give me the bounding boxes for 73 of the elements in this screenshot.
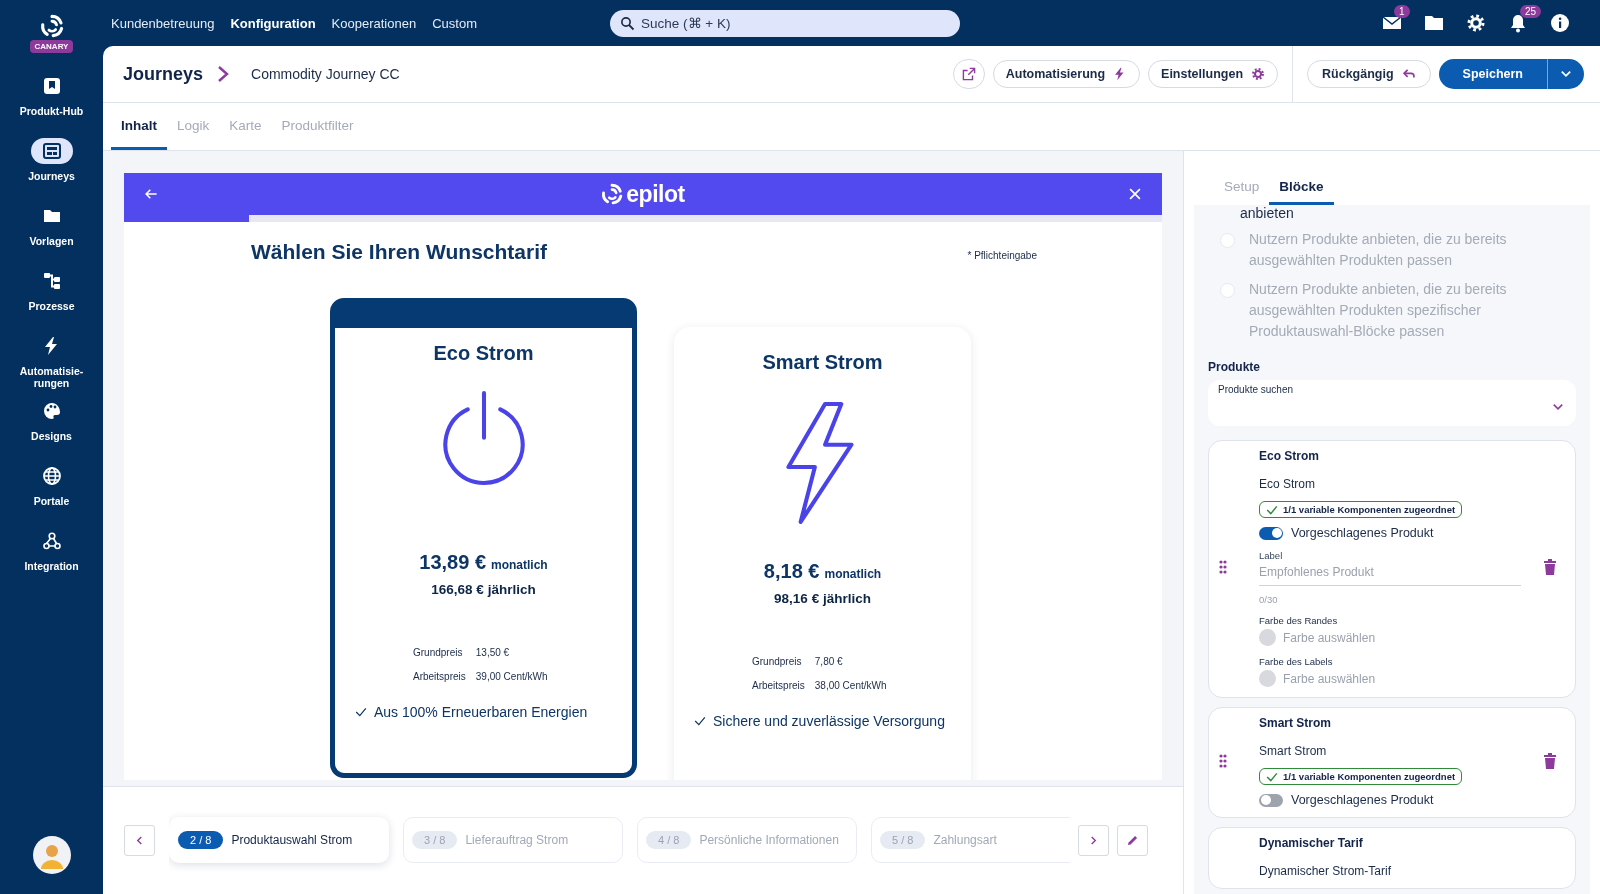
character-counter: 0/30 (1259, 594, 1278, 605)
sidebar-item[interactable]: Journeys (3, 138, 100, 203)
detail-label: Grundpreis (752, 656, 803, 667)
feature-text: Aus 100% Erneuerbaren Energien (374, 704, 588, 720)
option-text: anbieten (1240, 205, 1295, 221)
feature-text: Sichere und zuverlässige Versorgung (713, 713, 945, 729)
toggle-label: Vorgeschlagenes Produkt (1291, 793, 1434, 807)
step-number: 2 / 8 (178, 830, 224, 849)
monthly-price: 13,89 € (419, 551, 487, 574)
step-number: 5 / 8 (880, 830, 926, 849)
product-name: Smart Strom (1259, 744, 1327, 758)
journey-title: Commodity Journey CC (251, 66, 400, 82)
option-text: Nutzern Produkte anbieten, die zu bereits ausgewählten Produkten spezifischer Produktauswahl-Blöcke passen (1249, 280, 1508, 341)
search-field[interactable]: Suche (⌘ + K) (610, 9, 960, 37)
detail-label: Grundpreis (413, 647, 464, 658)
product-card[interactable]: Smart Strom 8,18 € monatlich 98,16 € jährlich Grundpreis 7,80 € Arbeitspreis 38,00 Cent/kWh Sichere und zuverlässige Versorgung (674, 327, 971, 780)
toolbar-button[interactable]: Einstellungen (1148, 60, 1278, 88)
detail-value: 7,80 € (814, 656, 844, 667)
field-label: Farbe des Labels (1259, 656, 1333, 667)
yearly-price: 166,68 € jährlich (431, 582, 536, 597)
product-title: Dynamischer Tarif (1259, 836, 1363, 850)
section-label: Produkte (1208, 360, 1261, 374)
price-unit: monatlich (491, 558, 548, 572)
workspace-badge: CANARY (29, 40, 74, 53)
sidebar-item[interactable]: Portale (3, 463, 100, 528)
product-name: Eco Strom (1259, 477, 1315, 491)
status-badge: 1/1 variable Komponenten zugeordnet (1259, 768, 1463, 785)
sidebar-item[interactable]: Automatisie- rungen (3, 333, 100, 398)
step-tab[interactable]: 2 / 8 Produktauswahl Strom (169, 816, 389, 863)
option-text: Nutzern Produkte anbieten, die zu bereits ausgewählten Produkten passen (1249, 230, 1508, 270)
status-badge: 1/1 variable Komponenten zugeordnet (1259, 501, 1463, 518)
product-name: Dynamischer Strom-Tarif (1259, 864, 1392, 878)
step-number: 4 / 8 (646, 830, 692, 849)
sidebar-item[interactable]: Produkt-Hub (3, 73, 100, 138)
breadcrumb-link[interactable]: Journeys (123, 63, 204, 85)
top-nav-link[interactable]: Kundenbetreuung (111, 15, 215, 31)
count-badge: 25 (1520, 5, 1542, 18)
detail-value: 38,00 Cent/kWh (814, 680, 887, 691)
top-nav-link[interactable]: Custom (432, 15, 477, 31)
product-name: Eco Strom (433, 342, 534, 365)
required-note: * Pflichteingabe (967, 250, 1037, 261)
count-badge: 1 (1394, 5, 1410, 18)
detail-label: Arbeitspreis (752, 680, 805, 691)
undo-button[interactable]: Rückgängig (1307, 60, 1431, 88)
step-label: Produktauswahl Strom (231, 832, 353, 847)
toolbar-button[interactable]: Automatisierung (992, 60, 1141, 88)
step-label: Persönliche Informationen (699, 832, 839, 847)
detail-value: 13,50 € (475, 647, 511, 658)
top-nav-link[interactable]: Kooperationen (331, 15, 417, 31)
step-label: Zahlungsart (933, 832, 997, 847)
monthly-price: 8,18 € (763, 560, 820, 583)
sidebar-item[interactable]: Designs (3, 398, 100, 463)
step-label: Lieferauftrag Strom (465, 832, 569, 847)
product-title: Smart Strom (1259, 716, 1332, 730)
toggle-label: Vorgeschlagenes Produkt (1291, 526, 1434, 540)
step-title: Wählen Sie Ihren Wunschtarif (251, 240, 548, 264)
product-search-select[interactable]: Produkte suchen (1208, 380, 1576, 426)
top-nav-link[interactable]: Konfiguration (230, 15, 316, 31)
yearly-price: 98,16 € jährlich (774, 591, 871, 606)
price-unit: monatlich (824, 567, 882, 581)
field-label: Label (1259, 550, 1283, 561)
sidebar-item[interactable]: Prozesse (3, 268, 100, 333)
detail-value: 39,00 Cent/kWh (475, 671, 548, 682)
product-name: Smart Strom (762, 351, 883, 374)
sidebar-item[interactable]: Vorlagen (3, 203, 100, 268)
save-button[interactable]: Speichern (1438, 59, 1548, 89)
detail-label: Arbeitspreis (413, 671, 466, 682)
product-card[interactable]: Eco Strom 13,89 € monatlich 166,68 € jährlich Grundpreis 13,50 € Arbeitspreis 39,00 Cent/kWh Aus 100% Erneuerbaren Energien (330, 298, 637, 778)
brand-name: epilot (626, 180, 685, 208)
field-label: Farbe des Randes (1259, 615, 1338, 626)
step-number: 3 / 8 (412, 830, 458, 849)
sidebar-item[interactable]: Integration (3, 528, 100, 593)
product-title: Eco Strom (1259, 449, 1319, 463)
